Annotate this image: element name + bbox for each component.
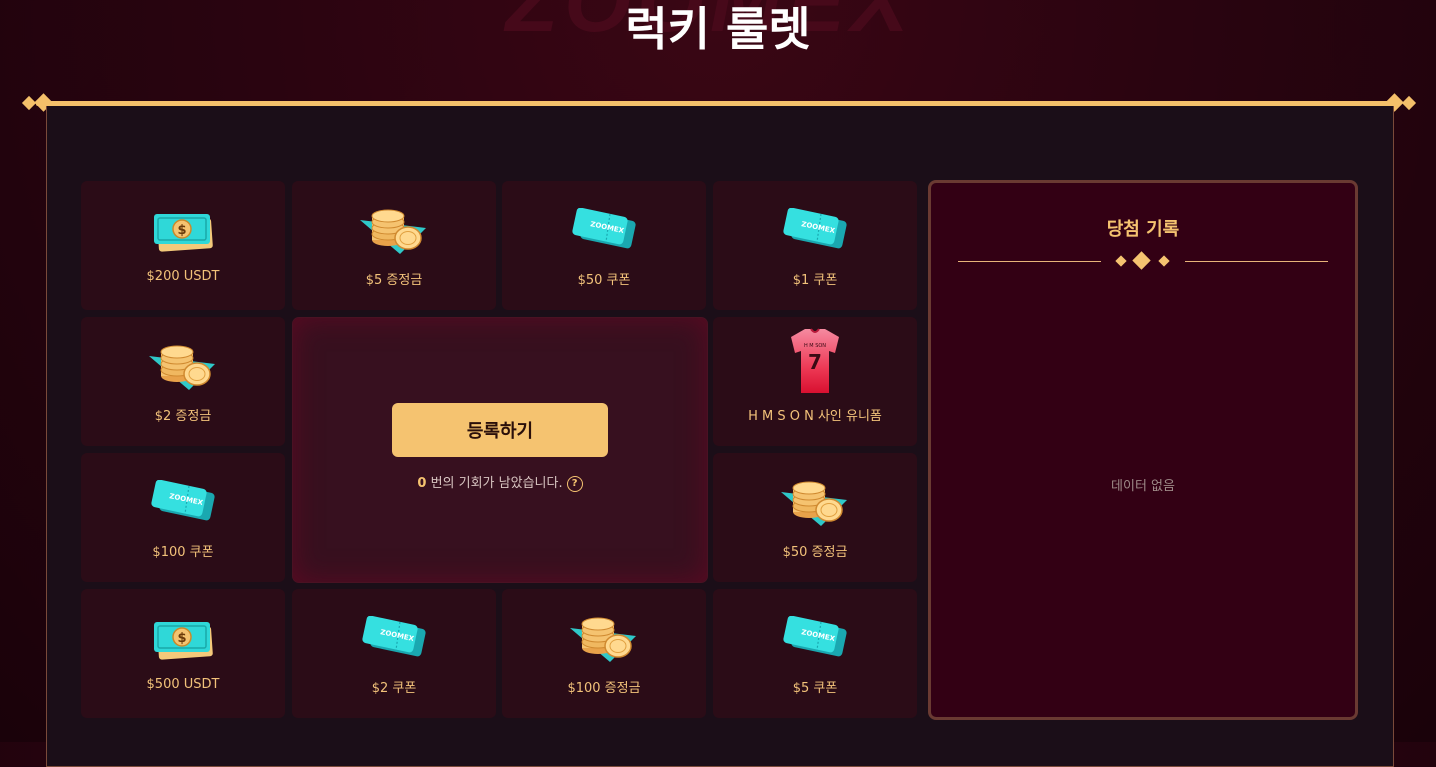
- prize-label: $100 증정금: [567, 681, 641, 696]
- diamond-icon: [1401, 95, 1417, 111]
- prize-cell-50-bonus: $50 증정금: [713, 453, 917, 582]
- prize-cell-500-usdt: $500 USDT: [81, 589, 285, 718]
- history-title: 당첨 기록: [1106, 219, 1180, 240]
- prize-cell-signed-uniform: H M SON 7 H M S O N 사인 유니폼: [713, 317, 917, 446]
- prize-cell-2-coupon: $2 쿠폰: [292, 589, 496, 718]
- coins-icon: [713, 473, 917, 533]
- page-title: 럭키 룰렛: [625, 2, 811, 56]
- prize-label: $5 증정금: [365, 273, 423, 288]
- coupon-icon: [713, 201, 917, 261]
- coupon-icon: [502, 201, 706, 261]
- prize-label: $200 USDT: [146, 269, 220, 284]
- prize-cell-100-bonus: $100 증정금: [502, 589, 706, 718]
- coupon-icon: [713, 609, 917, 669]
- svg-text:H M SON: H M SON: [804, 343, 826, 349]
- cash-icon: [81, 609, 285, 669]
- diamond-icon: [1158, 255, 1170, 267]
- coins-icon: [502, 609, 706, 669]
- jersey-icon: H M SON 7: [713, 325, 917, 397]
- diamond-icon: [1115, 255, 1127, 267]
- prize-label: H M S O N 사인 유니폼: [748, 409, 882, 424]
- chances-text: 번의 기회가 남았습니다.: [426, 476, 563, 491]
- diamond-icon: [1132, 251, 1151, 270]
- coins-icon: [81, 337, 285, 397]
- prize-label: $5 쿠폰: [792, 681, 838, 696]
- history-divider: [958, 261, 1101, 262]
- prize-label: $50 쿠폰: [577, 273, 631, 288]
- cash-icon: [81, 201, 285, 261]
- prize-label: $50 증정금: [782, 545, 848, 560]
- empty-state-text: 데이터 없음: [1111, 479, 1175, 494]
- prize-label: $1 쿠폰: [792, 273, 838, 288]
- prize-cell-5-coupon: $5 쿠폰: [713, 589, 917, 718]
- prize-cell-2-bonus: $2 증정금: [81, 317, 285, 446]
- prize-label: $2 쿠폰: [371, 681, 417, 696]
- remaining-chances: 0 번의 기회가 남았습니다.?: [293, 472, 707, 492]
- spin-action-box: 등록하기 0 번의 기회가 남았습니다.?: [293, 318, 707, 582]
- prize-cell-100-coupon: $100 쿠폰: [81, 453, 285, 582]
- coupon-icon: [292, 609, 496, 669]
- coupon-icon: [81, 473, 285, 533]
- prize-cell-50-coupon: $50 쿠폰: [502, 181, 706, 310]
- prize-label: $2 증정금: [154, 409, 212, 424]
- prize-cell-5-bonus: $5 증정금: [292, 181, 496, 310]
- svg-text:7: 7: [808, 350, 822, 374]
- prize-label: $500 USDT: [146, 677, 220, 692]
- help-icon[interactable]: ?: [566, 475, 583, 492]
- winning-history-panel: 당첨 기록 데이터 없음: [928, 180, 1358, 720]
- prize-label: $100 쿠폰: [152, 545, 214, 560]
- prize-cell-200-usdt: $200 USDT: [81, 181, 285, 310]
- history-divider: [1185, 261, 1328, 262]
- register-button[interactable]: 등록하기: [392, 403, 608, 457]
- coins-icon: [292, 201, 496, 261]
- prize-cell-1-coupon: $1 쿠폰: [713, 181, 917, 310]
